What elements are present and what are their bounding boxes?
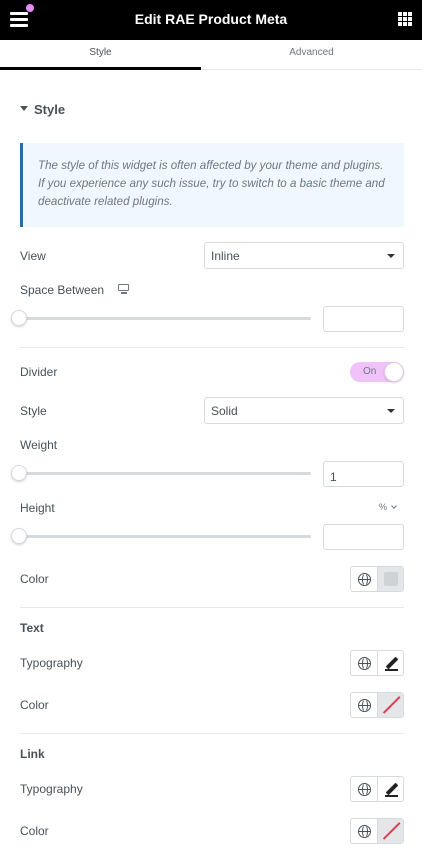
link-color-control bbox=[350, 818, 404, 844]
text-section-title: Text bbox=[20, 621, 44, 635]
divider-label: Divider bbox=[20, 365, 58, 379]
divider-line bbox=[20, 347, 404, 348]
height-slider-handle[interactable] bbox=[11, 528, 27, 544]
space-between-label: Space Between bbox=[20, 283, 105, 297]
global-colors-button[interactable] bbox=[351, 819, 378, 843]
pencil-icon bbox=[385, 782, 399, 797]
divider-color-label: Color bbox=[20, 572, 49, 586]
link-typography-label: Typography bbox=[20, 782, 83, 796]
toggle-knob bbox=[384, 362, 404, 382]
theme-notice: The style of this widget is often affect… bbox=[20, 143, 404, 227]
tab-style[interactable]: Style bbox=[0, 40, 201, 70]
height-label: Height bbox=[20, 501, 55, 515]
global-colors-button[interactable] bbox=[351, 567, 378, 591]
edit-typography-button[interactable] bbox=[378, 777, 403, 801]
space-between-slider[interactable] bbox=[20, 317, 311, 320]
globe-icon bbox=[358, 657, 371, 670]
style-select[interactable]: Solid bbox=[204, 397, 404, 424]
text-typography-label: Typography bbox=[20, 656, 83, 670]
global-colors-button[interactable] bbox=[351, 693, 378, 717]
global-typography-button[interactable] bbox=[351, 777, 378, 801]
height-unit-value: % bbox=[379, 502, 388, 512]
weight-label: Weight bbox=[20, 438, 58, 452]
edit-typography-button[interactable] bbox=[378, 651, 403, 675]
text-color-control bbox=[350, 692, 404, 718]
text-typography-control bbox=[350, 650, 404, 676]
tab-advanced[interactable]: Advanced bbox=[211, 40, 412, 70]
pencil-icon bbox=[385, 656, 399, 671]
panel-title: Edit RAE Product Meta bbox=[134, 11, 288, 27]
link-section-title: Link bbox=[20, 747, 45, 761]
divider-color-control bbox=[350, 566, 404, 592]
link-typography-control bbox=[350, 776, 404, 802]
section-title: Style bbox=[34, 102, 66, 117]
globe-icon bbox=[358, 783, 371, 796]
apps-grid-icon[interactable] bbox=[398, 12, 412, 26]
weight-slider-handle[interactable] bbox=[11, 465, 27, 481]
space-between-slider-handle[interactable] bbox=[11, 310, 27, 326]
divider-line bbox=[20, 607, 404, 608]
chevron-down-icon bbox=[387, 409, 395, 413]
globe-icon bbox=[358, 699, 371, 712]
editor-header: Edit RAE Product Meta bbox=[0, 0, 422, 40]
caret-down-icon bbox=[20, 106, 28, 112]
global-typography-button[interactable] bbox=[351, 651, 378, 675]
divider-line bbox=[20, 733, 404, 734]
view-select-value: Inline bbox=[211, 249, 240, 263]
height-input[interactable] bbox=[323, 524, 404, 550]
no-color-icon bbox=[382, 822, 401, 840]
color-picker-button[interactable] bbox=[378, 819, 403, 843]
globe-icon bbox=[358, 825, 371, 838]
height-slider[interactable] bbox=[20, 535, 311, 538]
weight-slider[interactable] bbox=[20, 472, 311, 475]
view-select[interactable]: Inline bbox=[204, 242, 404, 269]
style-select-value: Solid bbox=[211, 404, 238, 418]
color-picker-button[interactable] bbox=[378, 693, 403, 717]
chevron-down-icon bbox=[391, 503, 397, 509]
text-color-label: Color bbox=[20, 698, 49, 712]
toggle-on-text: On bbox=[363, 366, 377, 377]
color-swatch bbox=[384, 572, 398, 586]
section-toggle-style[interactable]: Style bbox=[20, 102, 65, 117]
desktop-icon[interactable] bbox=[118, 284, 130, 294]
color-picker-button[interactable] bbox=[378, 567, 403, 591]
weight-input[interactable] bbox=[323, 461, 404, 487]
panel-tabs: Style Advanced bbox=[0, 40, 422, 70]
view-label: View bbox=[20, 249, 46, 263]
no-color-icon bbox=[382, 696, 401, 714]
link-color-label: Color bbox=[20, 824, 49, 838]
divider-toggle[interactable]: On bbox=[350, 362, 404, 382]
globe-icon bbox=[358, 573, 371, 586]
style-label: Style bbox=[20, 404, 47, 418]
height-unit-select[interactable]: % bbox=[379, 502, 397, 512]
space-between-input[interactable] bbox=[323, 306, 404, 332]
chevron-down-icon bbox=[387, 254, 395, 258]
